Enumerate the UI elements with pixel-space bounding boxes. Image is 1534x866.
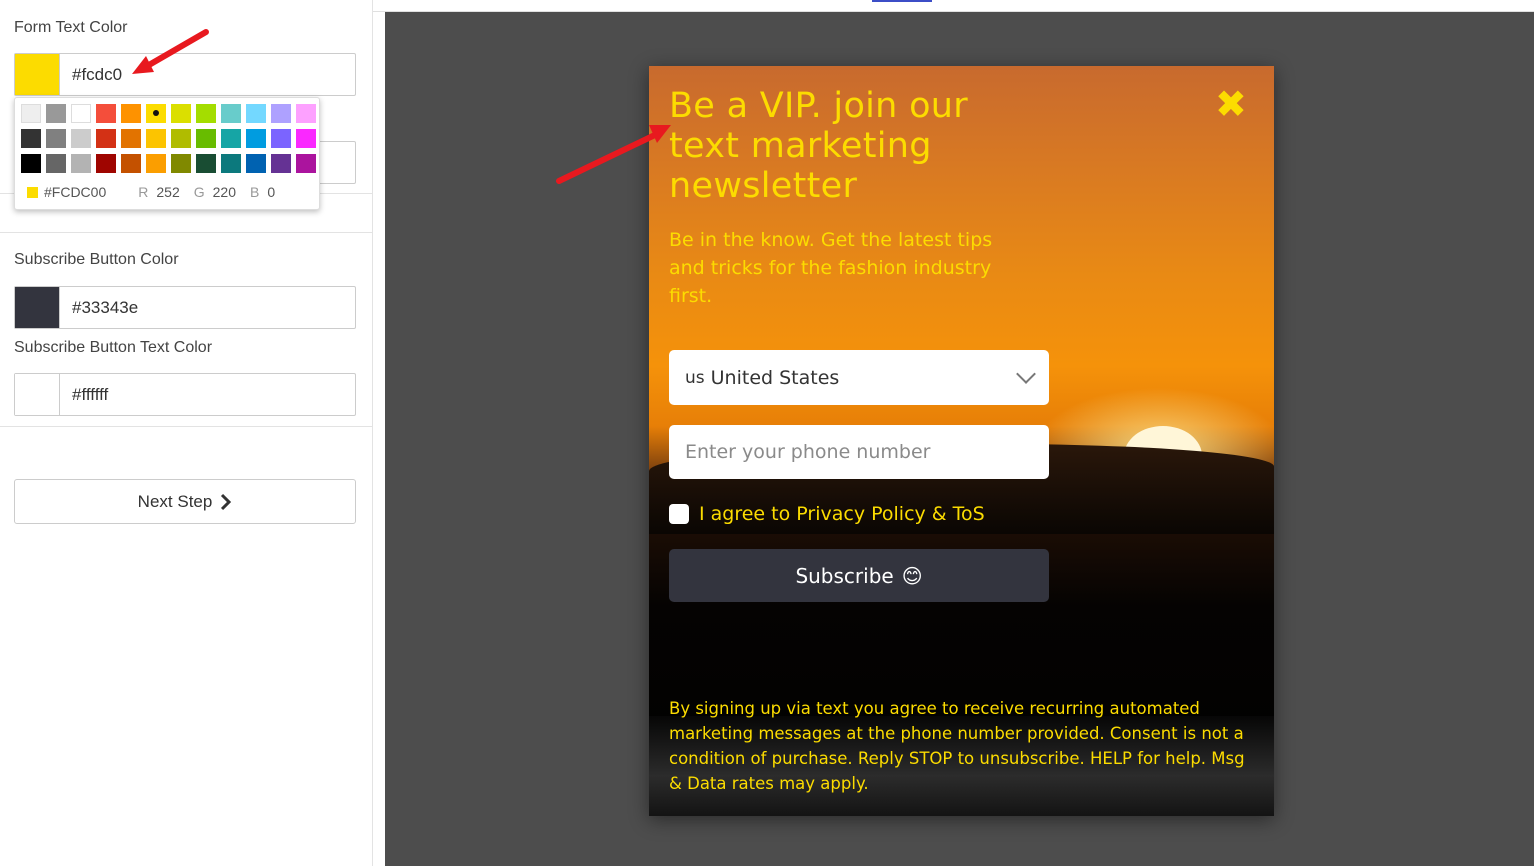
hex-readout[interactable]: #FCDC00 <box>44 184 106 200</box>
palette-swatch[interactable] <box>146 154 166 173</box>
palette-swatch[interactable] <box>171 154 191 173</box>
palette-swatch[interactable] <box>271 104 291 123</box>
next-step-label: Next Step <box>137 491 213 511</box>
smile-emoji-icon: 😊 <box>901 563 923 588</box>
palette-swatch[interactable] <box>171 104 191 123</box>
palette-swatch[interactable] <box>96 154 116 173</box>
palette-swatch[interactable] <box>146 129 166 148</box>
subscribe-button-color-value[interactable]: #33343e <box>60 287 355 328</box>
palette-swatch[interactable] <box>196 104 216 123</box>
next-step-button[interactable]: Next Step <box>14 479 356 524</box>
palette-swatch[interactable] <box>296 129 316 148</box>
palette-swatch[interactable] <box>221 104 241 123</box>
phone-number-input[interactable] <box>669 425 1049 479</box>
subscribe-button-color-label: Subscribe Button Color <box>14 251 179 268</box>
color-picker-popover: #FCDC00 R 252 G 220 B 0 <box>14 97 320 210</box>
palette-swatch[interactable] <box>46 154 66 173</box>
palette-swatch[interactable] <box>71 104 91 123</box>
palette-swatch[interactable] <box>21 129 41 148</box>
subscribe-button-text-color-field[interactable]: #ffffff <box>14 373 356 416</box>
settings-sidebar: Form Text Color #fcdc0 Subscribe Button … <box>0 0 373 866</box>
palette-swatch[interactable] <box>96 104 116 123</box>
palette-swatch[interactable] <box>246 129 266 148</box>
r-label: R <box>138 184 149 200</box>
section-divider <box>0 232 372 233</box>
palette-swatch[interactable] <box>71 129 91 148</box>
form-text-color-value[interactable]: #fcdc0 <box>60 54 355 95</box>
close-icon[interactable]: ✖ <box>1215 84 1247 124</box>
subscribe-button[interactable]: Subscribe 😊 <box>669 549 1049 602</box>
r-readout[interactable]: 252 <box>156 184 179 200</box>
palette-swatch[interactable] <box>271 129 291 148</box>
color-picker-readout: #FCDC00 R 252 G 220 B 0 <box>27 184 275 200</box>
palette-swatch[interactable] <box>46 129 66 148</box>
chevron-right-icon <box>221 493 232 510</box>
palette-swatch[interactable] <box>171 129 191 148</box>
color-palette-grid <box>21 104 316 173</box>
consent-checkbox[interactable] <box>669 504 689 524</box>
popup-subtitle: Be in the know. Get the latest tips and … <box>669 229 993 307</box>
preview-top-bar <box>373 0 1534 12</box>
chevron-down-icon <box>1016 363 1036 384</box>
country-name: United States <box>710 366 840 389</box>
palette-swatch[interactable] <box>71 154 91 173</box>
consent-row: I agree to Privacy Policy & ToS <box>669 503 985 525</box>
subscribe-label: Subscribe <box>795 563 894 588</box>
palette-swatch[interactable] <box>221 154 241 173</box>
palette-swatch[interactable] <box>246 154 266 173</box>
subscribe-button-color-swatch[interactable] <box>15 287 60 328</box>
palette-swatch[interactable] <box>121 129 141 148</box>
subscribe-button-text-color-value[interactable]: #ffffff <box>60 374 355 415</box>
signup-popup: Be a VIP. join our text marketing newsle… <box>649 66 1274 816</box>
b-readout[interactable]: 0 <box>267 184 275 200</box>
subscribe-button-color-field[interactable]: #33343e <box>14 286 356 329</box>
form-text-color-label: Form Text Color <box>14 19 128 36</box>
palette-swatch[interactable] <box>271 154 291 173</box>
subscribe-button-text-color-label: Subscribe Button Text Color <box>14 339 213 356</box>
country-code: us <box>685 367 705 388</box>
form-text-color-swatch[interactable] <box>15 54 60 95</box>
palette-swatch[interactable] <box>221 129 241 148</box>
palette-swatch[interactable] <box>21 104 41 123</box>
section-divider <box>0 426 372 427</box>
palette-swatch[interactable] <box>121 104 141 123</box>
palette-swatch[interactable] <box>246 104 266 123</box>
palette-swatch[interactable] <box>46 104 66 123</box>
palette-swatch[interactable] <box>196 154 216 173</box>
palette-swatch[interactable] <box>121 154 141 173</box>
palette-swatch[interactable] <box>296 154 316 173</box>
consent-label[interactable]: I agree to Privacy Policy & ToS <box>699 503 985 525</box>
palette-swatch[interactable] <box>146 104 166 123</box>
popup-title: Be a VIP. join our text marketing newsle… <box>669 86 968 206</box>
form-text-color-field[interactable]: #fcdc0 <box>14 53 356 96</box>
selected-color-chip <box>27 186 38 198</box>
active-tab-indicator <box>872 0 932 2</box>
palette-swatch[interactable] <box>196 129 216 148</box>
b-label: B <box>249 184 260 200</box>
palette-swatch[interactable] <box>21 154 41 173</box>
country-select[interactable]: us United States <box>669 350 1049 405</box>
legal-disclaimer: By signing up via text you agree to rece… <box>669 699 1245 793</box>
g-label: G <box>193 184 205 200</box>
subscribe-button-text-color-swatch[interactable] <box>15 374 60 415</box>
g-readout[interactable]: 220 <box>213 184 236 200</box>
palette-swatch[interactable] <box>96 129 116 148</box>
palette-swatch[interactable] <box>296 104 316 123</box>
